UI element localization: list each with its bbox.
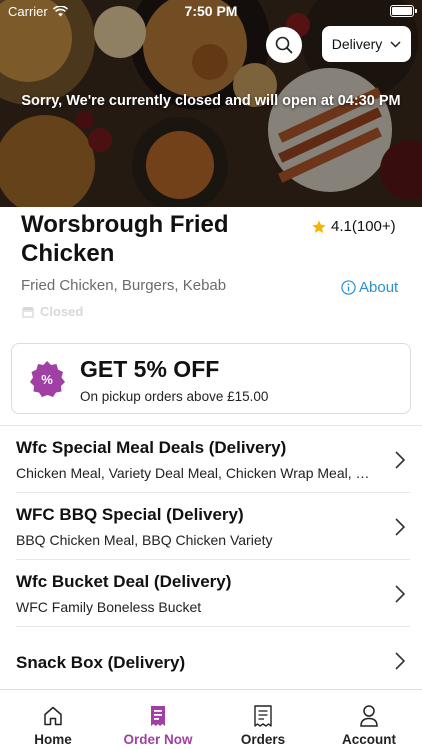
chevron-right-icon	[395, 585, 406, 603]
open-status: Closed	[21, 304, 83, 319]
menu-category-row[interactable]: Wfc Bucket Deal (Delivery) WFC Family Bo…	[0, 560, 422, 627]
menu-category-row[interactable]: Snack Box (Delivery)	[0, 627, 422, 689]
delivery-mode-label: Delivery	[331, 36, 383, 52]
menu-category-title: Wfc Special Meal Deals (Delivery)	[16, 438, 287, 457]
hero-banner: Carrier 7:50 PM Delivery Sorry, We're cu…	[0, 0, 422, 207]
menu-category-description: WFC Family Boneless Bucket	[16, 599, 202, 615]
tab-label: Order Now	[123, 732, 193, 747]
bottom-tab-bar: Home Order Now Orders Account	[0, 689, 422, 750]
status-bar: Carrier 7:50 PM	[0, 0, 422, 24]
offer-title: GET 5% OFF	[80, 356, 220, 382]
battery-icon	[390, 5, 417, 17]
status-label: Closed	[40, 304, 84, 319]
offer-subtitle: On pickup orders above £15.00	[80, 389, 269, 404]
menu-category-description: Chicken Meal, Variety Deal Meal, Chicken…	[16, 465, 376, 481]
menu-category-title: Snack Box (Delivery)	[16, 653, 186, 672]
rating: 4.1(100+)	[311, 218, 396, 235]
badge-symbol: %	[41, 372, 53, 387]
search-icon	[275, 36, 293, 54]
tab-label: Home	[34, 732, 72, 747]
about-link[interactable]: About	[341, 279, 398, 296]
tab-account[interactable]: Account	[324, 690, 414, 750]
chevron-down-icon	[390, 40, 401, 48]
search-button[interactable]	[266, 27, 302, 63]
store-icon	[22, 306, 34, 318]
tab-label: Orders	[240, 732, 286, 747]
chevron-right-icon	[395, 652, 406, 670]
clock: 7:50 PM	[184, 3, 238, 19]
order-icon	[146, 703, 170, 729]
rating-value: 4.1(100+)	[331, 218, 396, 235]
tab-label: Account	[342, 732, 396, 747]
menu-category-title: WFC BBQ Special (Delivery)	[16, 505, 244, 524]
about-label: About	[359, 279, 399, 296]
tab-orders[interactable]: Orders	[218, 690, 308, 750]
tab-order-now[interactable]: Order Now	[113, 690, 203, 750]
closed-message: Sorry, We're currently closed and will o…	[21, 93, 401, 109]
receipt-icon	[251, 703, 275, 729]
chevron-right-icon	[395, 451, 406, 469]
menu-category-title: Wfc Bucket Deal (Delivery)	[16, 572, 232, 591]
tab-home[interactable]: Home	[8, 690, 98, 750]
star-icon	[312, 219, 326, 233]
home-icon	[41, 703, 65, 729]
menu-category-row[interactable]: WFC BBQ Special (Delivery) BBQ Chicken M…	[0, 493, 422, 560]
discount-badge-icon: %	[30, 361, 65, 397]
cuisine-list: Fried Chicken, Burgers, Kebab	[21, 277, 227, 294]
person-icon	[357, 703, 381, 729]
menu-category-description: BBQ Chicken Meal, BBQ Chicken Variety	[16, 532, 273, 548]
restaurant-name: Worsbrough Fried Chicken	[21, 211, 229, 267]
menu-category-row[interactable]: Wfc Special Meal Deals (Delivery) Chicke…	[0, 426, 422, 493]
chevron-right-icon	[395, 518, 406, 536]
info-icon	[341, 280, 356, 295]
delivery-mode-select[interactable]: Delivery	[322, 26, 411, 62]
offer-card[interactable]: % GET 5% OFF On pickup orders above £15.…	[11, 343, 411, 414]
